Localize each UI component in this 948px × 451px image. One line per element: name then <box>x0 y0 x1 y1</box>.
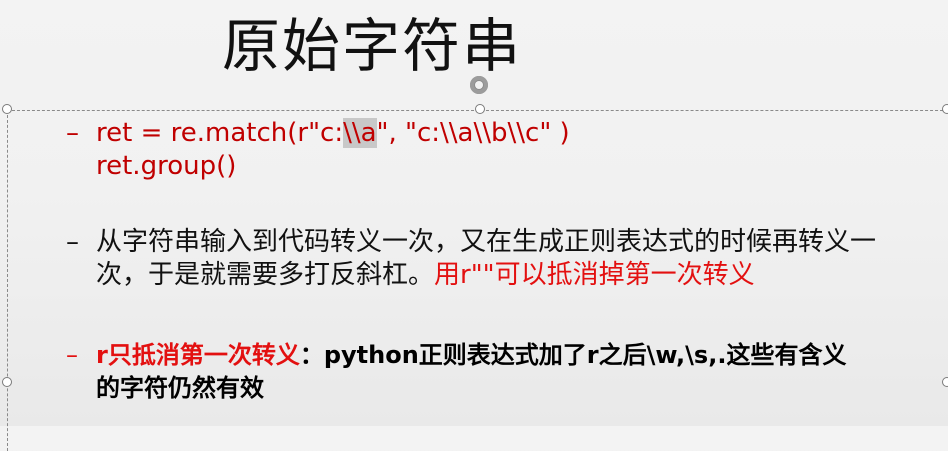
resize-handle-middle-right-icon[interactable] <box>942 377 948 387</box>
bullet-text[interactable]: ret = re.match(r"c:\\a", "c:\\a\\b\\c" )… <box>96 117 570 183</box>
explanation-line-1: 从字符串输入到代码转义一次，又在生成正则表达式的时候再转义一 <box>96 227 877 257</box>
code-text-before: ret = re.match(r"c: <box>96 118 344 148</box>
note-emphasis: r只抵消第一次转义 <box>96 341 300 369</box>
explanation-text: 次，于是就需要多打反斜杠。 <box>96 260 435 290</box>
bullet-dash: – <box>66 118 79 148</box>
note-text: ：python正则表达式加了r之后\w,\s,.这些有含义 <box>299 341 847 369</box>
note-line-2: 的字符仍然有效 <box>96 374 264 402</box>
code-line-2: ret.group() <box>96 151 237 181</box>
resize-handle-top-left-icon[interactable] <box>2 104 12 114</box>
note-line-1: r只抵消第一次转义：python正则表达式加了r之后\w,\s,.这些有含义 <box>96 339 846 372</box>
resize-handle-middle-left-icon[interactable] <box>2 377 12 387</box>
resize-handle-top-right-icon[interactable] <box>942 104 948 114</box>
bullet-text[interactable]: 从字符串输入到代码转义一次，又在生成正则表达式的时候再转义一 次，于是就需要多打… <box>96 226 876 292</box>
resize-handle-top-middle-icon[interactable] <box>475 104 485 114</box>
bullet-text[interactable]: r只抵消第一次转义：python正则表达式加了r之后\w,\s,.这些有含义 的… <box>96 339 846 405</box>
code-text-after: ", "c:\\a\\b\\c" ) <box>376 118 570 148</box>
selected-text-highlight[interactable]: \\a <box>343 118 377 148</box>
rotate-handle-icon[interactable] <box>470 76 488 94</box>
explanation-line-2: 次，于是就需要多打反斜杠。用r""可以抵消掉第一次转义 <box>96 259 876 292</box>
bullet-dash: – <box>66 341 78 369</box>
code-line-1: ret = re.match(r"c:\\a", "c:\\a\\b\\c" ) <box>96 117 570 150</box>
explanation-emphasis: 用r""可以抵消掉第一次转义 <box>434 260 755 290</box>
slide-canvas[interactable]: 原始字符串 – ret = re.match(r"c:\\a", "c:\\a\… <box>0 0 948 451</box>
slide-title[interactable]: 原始字符串 <box>222 6 522 86</box>
bullet-dash: – <box>66 227 79 257</box>
